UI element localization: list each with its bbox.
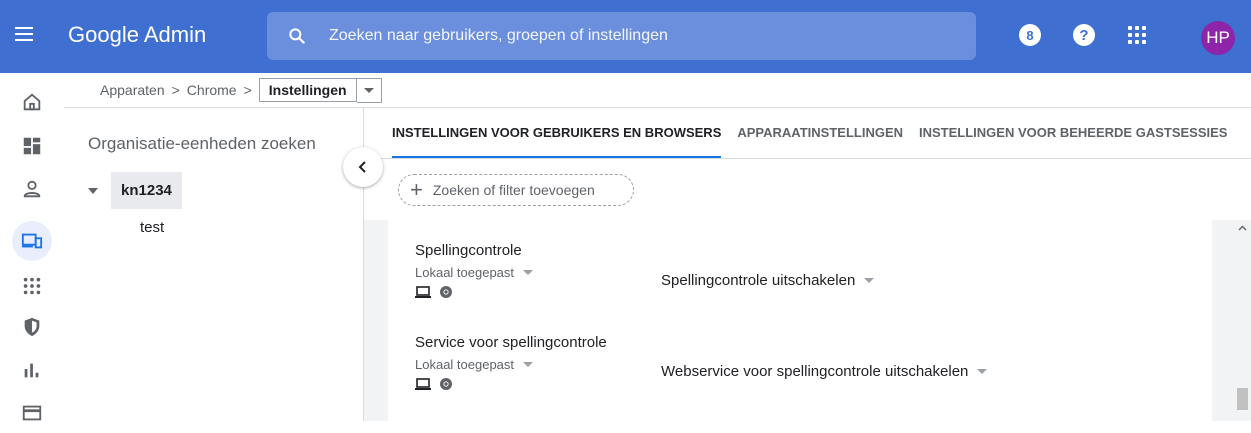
scrollbar[interactable] bbox=[1234, 220, 1251, 421]
org-unit-search[interactable]: Organisatie-eenheden zoeken bbox=[88, 134, 316, 154]
add-filter-label: Zoeken of filter toevoegen bbox=[432, 182, 595, 198]
org-unit-child[interactable]: test bbox=[140, 219, 164, 236]
setting-scope[interactable]: Lokaal toegepast bbox=[415, 265, 534, 280]
settings-tabs: INSTELLINGEN VOOR GEBRUIKERS EN BROWSERS… bbox=[392, 108, 1251, 158]
breadcrumb-item-apparaten[interactable]: Apparaten bbox=[100, 82, 165, 98]
account-avatar[interactable]: HP bbox=[1201, 21, 1235, 55]
setting-value-label: Webservice voor spellingcontrole uitscha… bbox=[661, 363, 969, 380]
app-brand[interactable]: Google Admin bbox=[68, 22, 206, 48]
divider bbox=[364, 158, 1251, 159]
reports-icon[interactable] bbox=[12, 350, 52, 390]
plus-icon: + bbox=[410, 177, 423, 202]
dashboard-icon[interactable] bbox=[12, 126, 52, 166]
expand-caret-icon[interactable] bbox=[88, 187, 98, 194]
org-unit-panel: Organisatie-eenheden zoeken kn1234 test bbox=[64, 108, 364, 421]
breadcrumb-dropdown-button[interactable] bbox=[356, 77, 382, 103]
setting-row-spellcheck: Spellingcontrole Lokaal toegepast bbox=[415, 242, 534, 299]
users-icon[interactable] bbox=[12, 169, 52, 209]
setting-platform-icons bbox=[415, 285, 533, 299]
setting-value-label: Spellingcontrole uitschakelen bbox=[661, 272, 856, 289]
navigation-rail bbox=[0, 73, 64, 421]
collapse-panel-button[interactable] bbox=[343, 147, 383, 187]
breadcrumb-separator: > bbox=[243, 82, 252, 98]
help-icon[interactable]: ? bbox=[1073, 24, 1095, 46]
app-launcher-icon[interactable] bbox=[1126, 24, 1148, 46]
setting-scope-label: Lokaal toegepast bbox=[415, 265, 515, 280]
breadcrumb-separator: > bbox=[171, 82, 180, 98]
chrome-icon bbox=[440, 378, 452, 390]
security-icon[interactable] bbox=[12, 307, 52, 347]
tab-device-settings[interactable]: APPARAATINSTELLINGEN bbox=[737, 108, 903, 158]
laptop-icon bbox=[415, 286, 431, 298]
setting-platform-icons bbox=[415, 377, 607, 391]
scrollbar-thumb[interactable] bbox=[1237, 388, 1248, 410]
top-app-bar: Google Admin Zoeken naar gebruikers, gro… bbox=[0, 0, 1251, 73]
breadcrumb-item-chrome[interactable]: Chrome bbox=[187, 82, 237, 98]
chrome-icon bbox=[440, 286, 452, 298]
chevron-down-icon bbox=[363, 87, 374, 93]
chevron-down-icon bbox=[523, 362, 534, 367]
tab-user-browser-settings[interactable]: INSTELLINGEN VOOR GEBRUIKERS EN BROWSERS bbox=[392, 108, 722, 158]
hourglass-badge: 8 bbox=[1026, 27, 1034, 43]
breadcrumb: Apparaten > Chrome > Instellingen bbox=[64, 73, 1251, 107]
setting-scope[interactable]: Lokaal toegepast bbox=[415, 357, 607, 372]
chevron-left-icon bbox=[358, 161, 366, 173]
search-icon bbox=[289, 28, 305, 44]
hourglass-icon[interactable]: 8 bbox=[1019, 24, 1041, 46]
help-glyph: ? bbox=[1079, 26, 1089, 44]
home-icon[interactable] bbox=[12, 82, 52, 122]
add-filter-chip[interactable]: + Zoeken of filter toevoegen bbox=[398, 174, 634, 206]
hamburger-menu-icon[interactable] bbox=[15, 27, 33, 41]
billing-icon[interactable] bbox=[12, 393, 52, 433]
setting-row-spellcheck-service: Service voor spellingcontrole Lokaal toe… bbox=[415, 334, 607, 391]
chevron-down-icon bbox=[523, 270, 534, 275]
settings-list-area: Spellingcontrole Lokaal toegepast Spelli… bbox=[364, 220, 1251, 421]
settings-card: Spellingcontrole Lokaal toegepast Spelli… bbox=[388, 220, 1212, 421]
org-unit-root-name[interactable]: kn1234 bbox=[111, 172, 182, 209]
setting-title: Service voor spellingcontrole bbox=[415, 334, 607, 351]
setting-title: Spellingcontrole bbox=[415, 242, 522, 259]
chevron-up-icon[interactable] bbox=[1238, 224, 1247, 233]
setting-value-dropdown[interactable]: Webservice voor spellingcontrole uitscha… bbox=[661, 363, 988, 380]
tab-managed-guest-settings[interactable]: INSTELLINGEN VOOR BEHEERDE GASTSESSIES bbox=[919, 108, 1227, 158]
breadcrumb-current[interactable]: Instellingen bbox=[258, 78, 357, 102]
org-unit-root: kn1234 bbox=[88, 172, 182, 209]
laptop-icon bbox=[415, 378, 431, 390]
setting-scope-label: Lokaal toegepast bbox=[415, 357, 515, 372]
chevron-down-icon bbox=[864, 278, 875, 283]
apps-icon[interactable] bbox=[12, 266, 52, 306]
global-search-box[interactable]: Zoeken naar gebruikers, groepen of inste… bbox=[267, 12, 976, 60]
chevron-down-icon bbox=[977, 369, 988, 374]
global-search-placeholder: Zoeken naar gebruikers, groepen of inste… bbox=[329, 27, 668, 44]
devices-icon[interactable] bbox=[12, 221, 52, 261]
setting-value-dropdown[interactable]: Spellingcontrole uitschakelen bbox=[661, 272, 875, 289]
